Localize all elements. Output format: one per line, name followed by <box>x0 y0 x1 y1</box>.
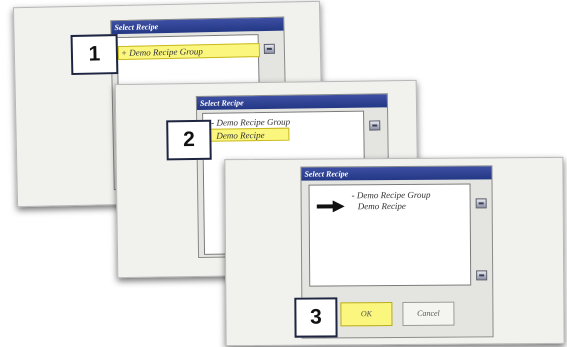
scroll-up-icon[interactable] <box>369 120 381 131</box>
step-callout: 3 <box>294 297 338 338</box>
dialog-title: Select Recipe <box>111 17 284 35</box>
list-item[interactable]: - Demo Recipe Group <box>211 116 290 129</box>
list-item-selected[interactable]: Demo Recipe <box>209 127 290 142</box>
scroll-up-icon[interactable] <box>475 198 487 209</box>
arrow-right-icon <box>316 200 345 213</box>
screen-step-3: Select Recipe - Demo Recipe Group Demo R… <box>224 156 565 347</box>
dialog-title: Select Recipe <box>196 94 388 110</box>
scroll-down-glyph <box>479 274 485 277</box>
list-item[interactable]: Demo Recipe <box>358 200 406 212</box>
scroll-down-icon[interactable] <box>476 270 488 281</box>
step-callout: 1 <box>70 34 119 76</box>
scroll-up-glyph <box>372 124 378 127</box>
ok-button[interactable]: OK <box>340 302 393 327</box>
scroll-up-glyph <box>266 47 272 50</box>
step-callout: 2 <box>166 119 212 161</box>
list-item[interactable]: + Demo Recipe Group <box>117 43 261 61</box>
scroll-up-icon[interactable] <box>263 43 275 54</box>
dialog-title: Select Recipe <box>301 166 492 181</box>
recipe-list[interactable]: - Demo Recipe Group Demo Recipe <box>308 183 472 287</box>
scroll-up-glyph <box>478 202 484 205</box>
cancel-button[interactable]: Cancel <box>402 301 455 326</box>
